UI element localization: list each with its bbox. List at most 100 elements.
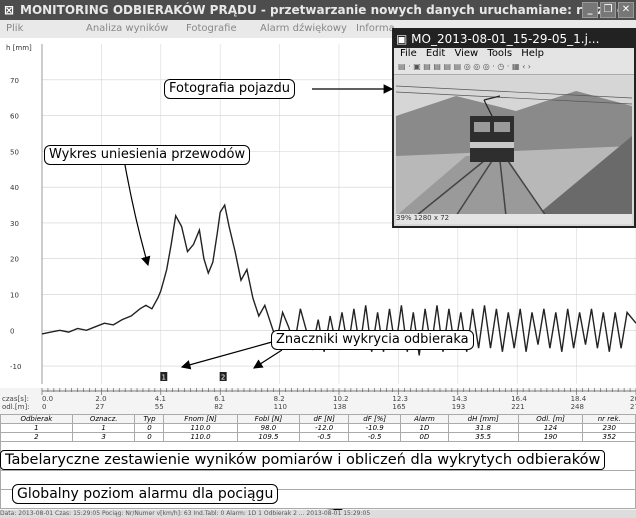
x-tick-time-label: 18.4	[571, 395, 587, 403]
callout-detection-markers: Znaczniki wykrycia odbieraka	[271, 330, 474, 350]
callout-global-alarm: Globalny poziom alarmu dla pociągu	[12, 484, 279, 504]
x-tick-distance-label: 110	[274, 403, 287, 411]
menu-file[interactable]: Plik	[6, 23, 23, 34]
table-cell: 0	[134, 423, 165, 433]
viewer-menu-edit[interactable]: Edit	[426, 48, 445, 59]
callout-results-table: Tabelaryczne zestawienie wyników pomiaró…	[0, 450, 606, 470]
table-header-cell[interactable]: Oznacz.	[71, 414, 136, 424]
table-header-cell[interactable]: Typ	[134, 414, 165, 424]
x-tick-distance-label: 27	[630, 403, 636, 411]
window-title-bar: ⊠ MONITORING ODBIERAKÓW PRĄDU - przetwarz…	[0, 0, 636, 20]
callout-wire-lift-chart: Wykres uniesienia przewodów	[44, 145, 251, 165]
table-header-cell[interactable]: Fnom [N]	[163, 414, 238, 424]
callout-vehicle-photo: Fotografia pojazdu	[164, 79, 295, 99]
y-axis-ticks: -10 0 10 20 30 40 50 60 70	[10, 77, 21, 371]
menu-info[interactable]: Informa	[356, 23, 395, 34]
y-tick-label: 70	[10, 77, 19, 85]
window-title: MONITORING ODBIERAKÓW PRĄDU - przetwarza…	[20, 3, 626, 17]
table-cell: 230	[582, 423, 636, 433]
table-header-cell[interactable]: Fobl [N]	[236, 414, 301, 424]
x-axis-tick-labels: 0.002.0274.1556.1828.211010.213812.31651…	[42, 395, 636, 411]
table-cell: 124	[517, 423, 584, 433]
photo-viewer-toolbar[interactable]: ▤ · ▣ ▤ ▤ ▤ ▤ ◎ ◎ ◎ · ◷ · ▦ ‹ ›	[394, 62, 634, 75]
viewer-menu-file[interactable]: File	[400, 48, 417, 59]
x-tick-time-label: 2.0	[95, 395, 106, 403]
table-cell: 0	[134, 432, 165, 442]
x-axis-scale	[41, 388, 636, 395]
x-tick-distance-label: 193	[452, 403, 465, 411]
table-header-cell[interactable]: Odl. [m]	[517, 414, 584, 424]
x-axis: czas[s]: odl.[m]: 0.002.0274.1556.1828.2…	[0, 388, 636, 414]
table-cell: -12.0	[299, 423, 350, 433]
y-tick-label: 40	[10, 184, 19, 192]
menu-sound-alarm[interactable]: Alarm dźwiękowy	[260, 23, 347, 34]
x-tick-distance-label: 248	[571, 403, 584, 411]
x-tick-time-label: 8.2	[274, 395, 285, 403]
table-cell: 1D	[400, 423, 449, 433]
table-cell: -10.9	[348, 423, 402, 433]
table-cell: 190	[517, 432, 584, 442]
menu-photos[interactable]: Fotografie	[186, 23, 237, 34]
x-tick-distance-label: 165	[392, 403, 405, 411]
y-tick-label: 0	[10, 327, 14, 335]
viewer-menu-help[interactable]: Help	[521, 48, 544, 59]
viewer-menu-tools[interactable]: Tools	[487, 48, 512, 59]
viewer-menu-view[interactable]: View	[454, 48, 478, 59]
table-cell: 98.0	[236, 423, 301, 433]
train-photo	[396, 76, 632, 216]
table-cell: -0.5	[348, 432, 402, 442]
x-tick-distance-label: 138	[333, 403, 346, 411]
y-axis-label: h [mm]	[6, 44, 32, 52]
x-axis-time-label: czas[s]:	[2, 395, 29, 403]
table-header-cell[interactable]: Odbierak	[0, 414, 73, 424]
table-cell: 1	[0, 423, 73, 433]
table-header-cell[interactable]: dH [mm]	[447, 414, 519, 424]
minimize-button[interactable]: _	[582, 2, 598, 18]
table-cell: 2	[0, 432, 73, 442]
table-cell: 1	[71, 423, 136, 433]
photo-viewer-window[interactable]: ▣ MO_2013-08-01_15-29-05_1.j... File Edi…	[392, 28, 636, 228]
photo-viewer-status: 39% 1280 x 72	[396, 214, 632, 224]
x-tick-time-label: 4.1	[155, 395, 166, 403]
maximize-button[interactable]: ❐	[600, 2, 616, 18]
table-cell: 352	[582, 432, 636, 442]
y-tick-label: 20	[10, 256, 19, 264]
table-cell: 110.0	[163, 423, 238, 433]
table-cell: -0.5	[299, 432, 350, 442]
table-cell: 31.8	[447, 423, 519, 433]
photo-viewer-title-text: MO_2013-08-01_15-29-05_1.j...	[411, 32, 600, 46]
x-tick-time-label: 14.3	[452, 395, 468, 403]
table-header-cell[interactable]: dF [%]	[348, 414, 402, 424]
table-cell: 109.5	[236, 432, 301, 442]
x-tick-time-label: 16.4	[511, 395, 527, 403]
y-tick-label: 30	[10, 220, 19, 228]
x-tick-time-label: 20	[630, 395, 636, 403]
table-row[interactable]: 2 3 0 110.0 109.5 -0.5 -0.5 0D 35.5 190 352	[0, 432, 636, 442]
menu-results-analysis[interactable]: Analiza wyników	[86, 23, 168, 34]
detection-markers: 12	[160, 372, 227, 382]
table-cell: 35.5	[447, 432, 519, 442]
table-header-cell[interactable]: nr rek.	[582, 414, 636, 424]
y-tick-label: 50	[10, 148, 19, 156]
status-bar: Data: 2013-08-01 Czas: 15:29:05 Pociąg: …	[0, 510, 636, 518]
app-icon: ⊠	[4, 3, 15, 17]
y-tick-label: -10	[10, 363, 21, 371]
y-tick-label: 60	[10, 113, 19, 121]
x-tick-time-label: 12.3	[392, 395, 408, 403]
x-tick-distance-label: 0	[42, 403, 46, 411]
x-tick-time-label: 6.1	[214, 395, 225, 403]
detection-marker-label: 2	[221, 374, 225, 382]
table-header-cell[interactable]: dF [N]	[299, 414, 350, 424]
table-cell: 110.0	[163, 432, 238, 442]
x-tick-distance-label: 82	[214, 403, 223, 411]
x-tick-distance-label: 55	[155, 403, 164, 411]
detection-marker-label: 1	[162, 374, 166, 382]
table-row[interactable]: 1 1 0 110.0 98.0 -12.0 -10.9 1D 31.8 124 230	[0, 423, 636, 433]
y-tick-label: 10	[10, 292, 19, 300]
table-cell: 3	[71, 432, 136, 442]
x-axis-distance-label: odl.[m]:	[2, 403, 30, 411]
window-controls: _ ❐ ✕	[582, 2, 634, 18]
photo-viewer-menu: File Edit View Tools Help	[394, 48, 634, 62]
close-button[interactable]: ✕	[618, 2, 634, 18]
table-header-cell[interactable]: Alarm	[400, 414, 449, 424]
